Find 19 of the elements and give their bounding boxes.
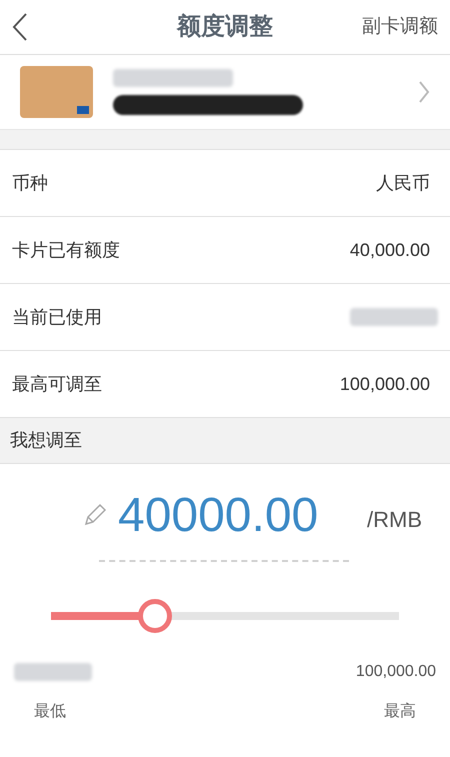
row-value: 40,000.00 xyxy=(350,238,431,262)
row-label: 最高可调至 xyxy=(12,372,102,396)
row-label: 卡片已有额度 xyxy=(12,238,120,262)
row-label: 当前已使用 xyxy=(12,306,102,328)
max-label: 最高 xyxy=(384,702,416,722)
back-icon[interactable] xyxy=(12,12,28,42)
row-value: 人民币 xyxy=(376,172,431,194)
page-title: 额度调整 xyxy=(177,12,273,42)
amount-unit: /RMB xyxy=(367,506,423,534)
header-action-link[interactable]: 副卡调额 xyxy=(362,12,438,42)
section-title: 我想调至 xyxy=(10,429,82,452)
max-value: 100,000.00 xyxy=(356,662,436,682)
chevron-right-icon xyxy=(418,80,430,104)
slider-thumb[interactable] xyxy=(138,599,172,633)
row-value: 100,000.00 xyxy=(340,372,431,396)
min-label: 最低 xyxy=(34,702,66,722)
pencil-icon xyxy=(82,502,108,528)
row-label: 币种 xyxy=(12,172,48,194)
amount-value[interactable]: 40000.00 xyxy=(118,492,318,540)
